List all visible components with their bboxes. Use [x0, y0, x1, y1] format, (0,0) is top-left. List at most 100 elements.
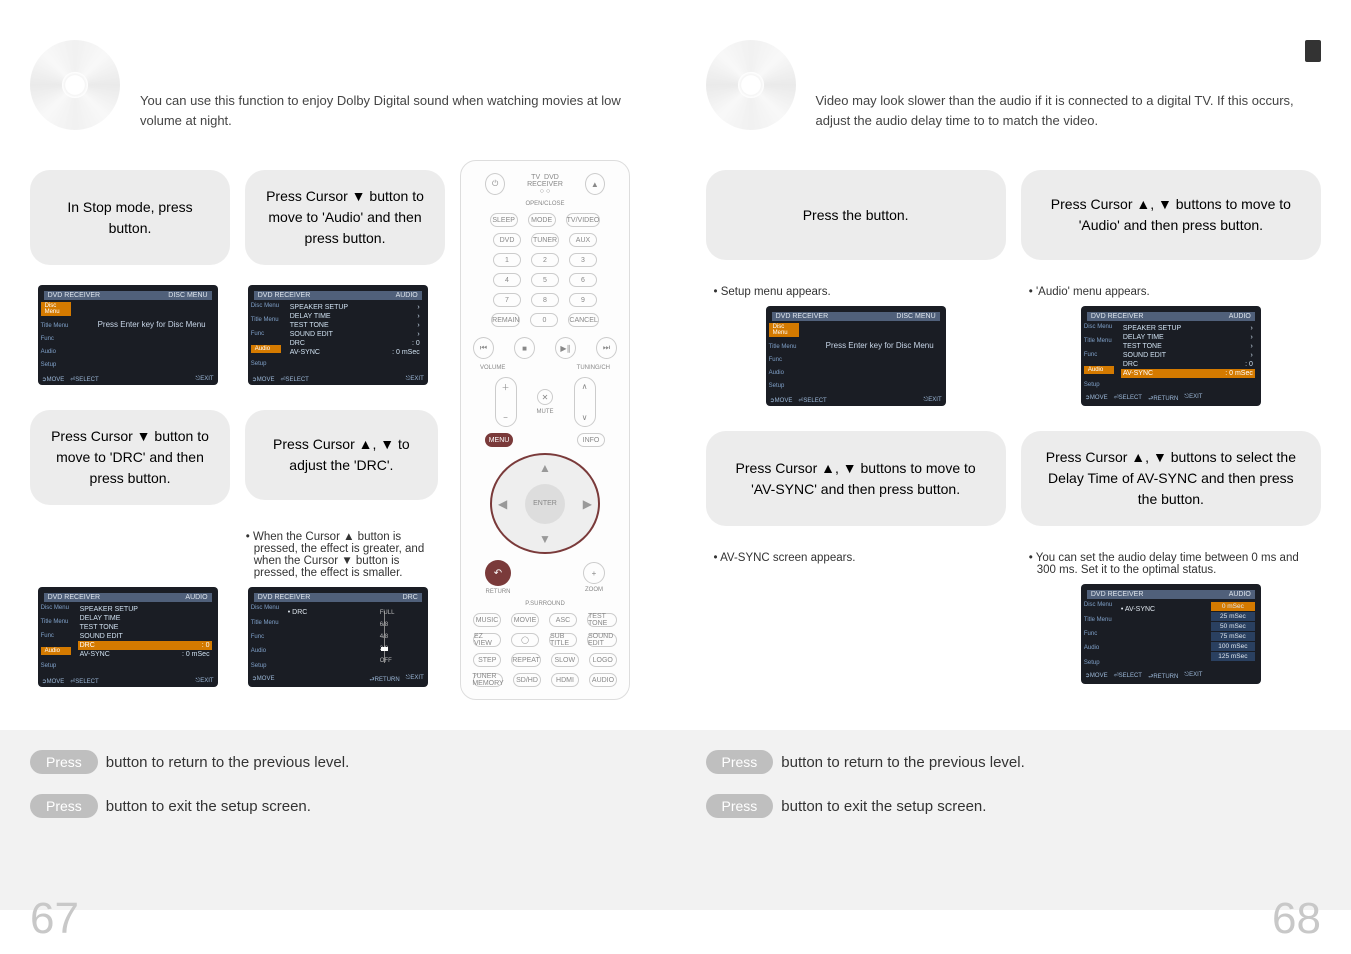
hdmi-button[interactable]: HDMI [551, 673, 579, 687]
tv-val: : 0 [412, 340, 420, 347]
num-7[interactable]: 7 [493, 293, 521, 307]
exit-text: button to exit the setup screen. [781, 798, 986, 815]
opt: 100 mSec [1211, 642, 1255, 651]
tv-side-item: Setup [41, 362, 71, 368]
note-text: 'Audio' menu appears. [1025, 286, 1317, 298]
surround-label: P.SURROUND [525, 601, 565, 607]
zoom-button[interactable]: + [583, 562, 605, 584]
tv-foot-item: ⏎SELECT [1114, 672, 1142, 682]
play-pause-button[interactable]: ▶∥ [555, 337, 576, 359]
tv-side: Disc Menu Title Menu Func Audio Setup [769, 320, 799, 392]
tv-val: : 0 mSec [1225, 370, 1253, 377]
left-step-3: Press Cursor ▼ button to move to 'DRC' a… [30, 410, 230, 505]
slow-button[interactable]: SLOW [551, 653, 579, 667]
content-area: In Stop mode, press button. Press Cursor… [0, 150, 1351, 730]
return-button[interactable]: ↶ [485, 560, 511, 586]
right-note-4: You can set the audio delay time between… [1021, 546, 1321, 584]
right-note-1: Setup menu appears. [706, 280, 1006, 306]
tv-hdr-left: DVD RECEIVER [776, 313, 829, 320]
tv-foot-item: ⏎SELECT [70, 678, 98, 685]
num-5[interactable]: 5 [531, 273, 559, 287]
return-text: button to return to the previous level. [106, 754, 349, 771]
tv-side-item: Setup [251, 663, 281, 669]
tv-side-item: Title Menu [251, 317, 281, 323]
num-0[interactable]: 0 [530, 313, 558, 327]
tick: 6/8 [380, 622, 388, 628]
top-section: You can use this function to enjoy Dolby… [0, 0, 1351, 150]
repeat-button[interactable]: REPEAT [511, 653, 541, 667]
tv-foot-item: ⎋EXIT [924, 397, 942, 404]
tv-side-item: Setup [1084, 660, 1114, 666]
testtone-button[interactable]: TEST TONE [587, 613, 617, 627]
soundedit-button[interactable]: SOUND EDIT [587, 633, 617, 647]
next-button[interactable]: ⏭ [596, 337, 617, 359]
dpad[interactable]: ▲ ▼ ◀ ▶ ENTER [490, 453, 600, 554]
logo-button[interactable]: LOGO [589, 653, 617, 667]
left-return-line: Press button to return to the previous l… [30, 750, 646, 774]
tuner-button[interactable]: TUNER [531, 233, 559, 247]
tv-foot: ➲MOVE ⏎SELECT ⎋EXIT [252, 376, 424, 383]
tick: 4/8 [380, 634, 388, 640]
num-3[interactable]: 3 [569, 253, 597, 267]
opt: 50 mSec [1211, 622, 1255, 631]
tv-side-item: Title Menu [41, 323, 71, 329]
page-number-left: 67 [30, 894, 79, 944]
sdhd-button[interactable]: SD/HD [513, 673, 541, 687]
mode-button[interactable]: MODE [528, 213, 556, 227]
enter-button[interactable]: ENTER [525, 484, 565, 524]
cancel-button[interactable]: CANCEL [568, 313, 598, 327]
dvd-button[interactable]: DVD [493, 233, 521, 247]
plii-button[interactable]: ◯ [511, 633, 539, 647]
stop-button[interactable]: ■ [514, 337, 535, 359]
tunermem-button[interactable]: TUNER MEMORY [473, 673, 503, 687]
sleep-button[interactable]: SLEEP [490, 213, 518, 227]
asc-button[interactable]: ASC [549, 613, 577, 627]
tv-audio-menu-r: DVD RECEIVERAUDIO Disc Menu Title Menu F… [1081, 306, 1261, 406]
return-label: RETURN [486, 589, 511, 595]
tv-li: SPEAKER SETUP [1123, 325, 1181, 332]
mute-label: MUTE [537, 409, 554, 415]
remain-button[interactable]: REMAIN [491, 313, 520, 327]
num-1[interactable]: 1 [493, 253, 521, 267]
arrow-down-icon[interactable]: ▼ [539, 532, 551, 546]
tvvideo-button[interactable]: TV/VIDEO [566, 213, 601, 227]
mute-button[interactable]: ✕ [537, 389, 553, 405]
exit-text: button to exit the setup screen. [106, 798, 311, 815]
arrow-up-icon[interactable]: ▲ [539, 461, 551, 475]
arrow-right-icon[interactable]: ▶ [583, 497, 592, 511]
tv-foot-item: ➲MOVE [252, 376, 275, 383]
shot-slot: DVD RECEIVERAUDIO Disc Menu Title Menu F… [30, 587, 225, 687]
opt: 125 mSec [1211, 652, 1255, 661]
open-label: OPEN/CLOSE [525, 201, 564, 207]
avsync-text: AV-SYNC [1125, 606, 1155, 613]
power-icon[interactable]: ⏻ [485, 173, 505, 195]
num-2[interactable]: 2 [531, 253, 559, 267]
tv-side-item: Func [251, 634, 281, 640]
num-9[interactable]: 9 [569, 293, 597, 307]
tv-audio-list: SPEAKER SETUP DELAY TIME TEST TONE SOUND… [78, 605, 212, 659]
info-button[interactable]: INFO [577, 433, 605, 447]
shot-slot: DVD RECEIVER AUDIO Disc Menu Title Menu … [240, 285, 435, 385]
audio-button[interactable]: AUDIO [589, 673, 617, 687]
volume-rocker[interactable]: ＋− [495, 377, 517, 427]
tuning-rocker[interactable]: ∧∨ [574, 377, 596, 427]
right-notes-row-2: AV-SYNC screen appears. You can set the … [706, 546, 1322, 584]
movie-button[interactable]: MOVIE [511, 613, 539, 627]
tv-center: Press Enter key for Disc Menu [826, 341, 936, 350]
tv-side-item: Disc Menu [251, 303, 281, 309]
open-close-button[interactable]: ▲ [585, 173, 605, 195]
tv-li: DELAY TIME [290, 313, 331, 320]
music-button[interactable]: MUSIC [473, 613, 501, 627]
tv-li: AV-SYNC [290, 349, 320, 356]
num-8[interactable]: 8 [531, 293, 559, 307]
menu-button[interactable]: MENU [485, 433, 513, 447]
num-6[interactable]: 6 [569, 273, 597, 287]
aux-button[interactable]: AUX [569, 233, 597, 247]
arrow-left-icon[interactable]: ◀ [498, 497, 507, 511]
subtitle-button[interactable]: SUB TITLE [549, 633, 577, 647]
prev-button[interactable]: ⏮ [473, 337, 494, 359]
tv-foot-item: ⮐RETURN [369, 675, 399, 685]
step-button[interactable]: STEP [473, 653, 501, 667]
ezview-button[interactable]: EZ VIEW [473, 633, 501, 647]
num-4[interactable]: 4 [493, 273, 521, 287]
